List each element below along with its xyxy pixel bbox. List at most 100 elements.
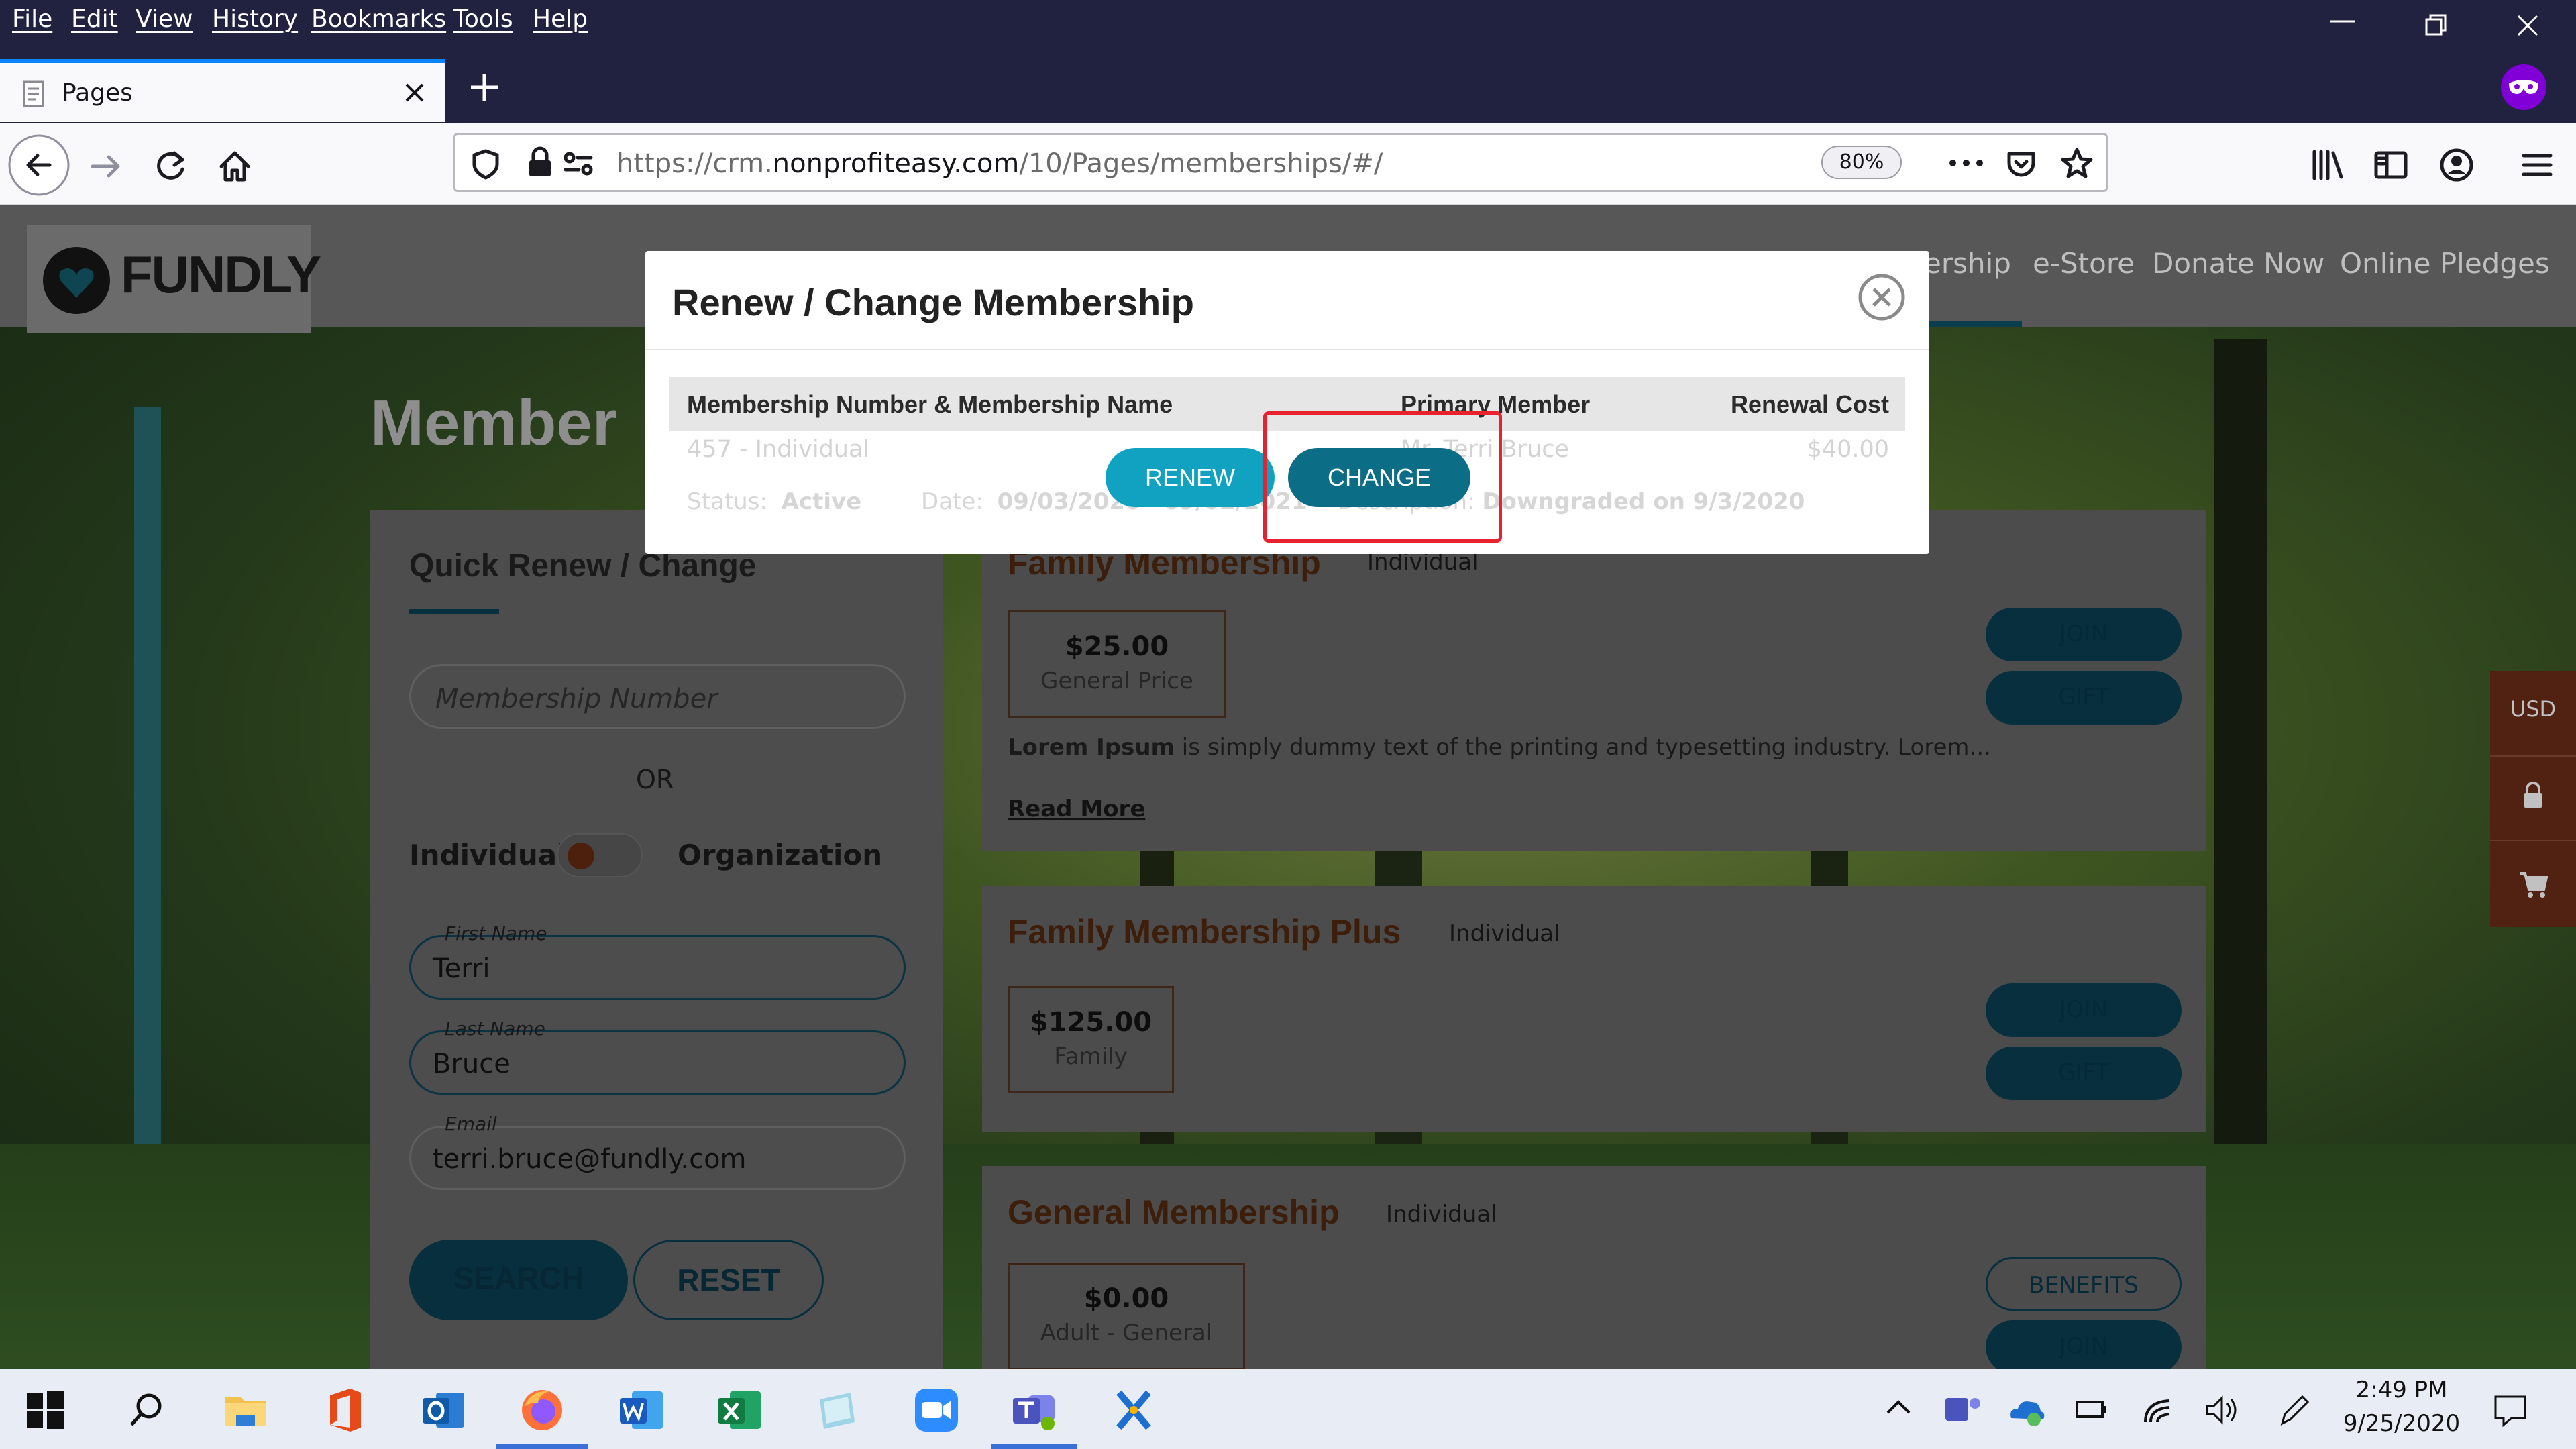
- word-icon[interactable]: [617, 1386, 665, 1434]
- restore-icon[interactable]: [2423, 12, 2450, 39]
- url-text[interactable]: https://crm.nonprofiteasy.com/10/Pages/m…: [616, 148, 1383, 179]
- column-renewal-cost: Renewal Cost: [1730, 390, 1889, 418]
- permissions-icon[interactable]: [561, 147, 595, 180]
- teams-tray-icon[interactable]: [1943, 1391, 1983, 1429]
- price-box: $125.00 Family: [1008, 986, 1174, 1093]
- price-box: $0.00 Adult - General: [1008, 1263, 1245, 1368]
- card-title: General Membership: [1008, 1193, 1340, 1231]
- dialog-divider: [645, 349, 1929, 350]
- read-more-link[interactable]: Read More: [1008, 796, 1145, 822]
- bookmark-star-icon[interactable]: [2059, 146, 2095, 182]
- gift-button[interactable]: GIFT: [1986, 1046, 2182, 1100]
- reload-icon[interactable]: [150, 146, 191, 186]
- toggle-individual-label: Individual: [409, 839, 567, 871]
- or-text: OR: [636, 765, 674, 794]
- join-button[interactable]: JOIN: [1986, 608, 2182, 661]
- fundly-heart-icon: [43, 247, 110, 314]
- reset-button[interactable]: RESET: [633, 1240, 824, 1320]
- card-type: Individual: [1386, 1201, 1497, 1228]
- zoom-indicator[interactable]: 80%: [1821, 146, 1902, 179]
- firefox-active-indicator: [496, 1444, 588, 1449]
- highlight-box: [1263, 411, 1502, 543]
- teams-icon[interactable]: [1010, 1386, 1059, 1434]
- close-tab-icon[interactable]: [401, 79, 428, 106]
- benefits-button[interactable]: BENEFITS: [1986, 1257, 2182, 1311]
- windows-start-icon[interactable]: [24, 1389, 67, 1432]
- membership-card: General Membership Individual $0.00 Adul…: [982, 1166, 2206, 1368]
- address-bar[interactable]: https://crm.nonprofiteasy.com/10/Pages/m…: [453, 133, 2108, 192]
- lock-icon[interactable]: [525, 146, 555, 179]
- nav-estore[interactable]: e-Store: [2033, 247, 2135, 280]
- zoom-app-icon[interactable]: [912, 1386, 961, 1434]
- show-hidden-icons-icon[interactable]: [1884, 1397, 1913, 1417]
- back-icon[interactable]: [7, 133, 71, 197]
- type-toggle[interactable]: [557, 833, 643, 877]
- membership-number-input[interactable]: Membership Number: [409, 664, 906, 729]
- pocket-icon[interactable]: [2004, 147, 2039, 182]
- file-explorer-icon[interactable]: [221, 1386, 270, 1434]
- clock-date[interactable]: 9/25/2020: [2334, 1410, 2469, 1437]
- menu-bookmarks[interactable]: Bookmarks: [311, 5, 446, 33]
- lock-icon[interactable]: [2520, 781, 2546, 810]
- menu-file[interactable]: File: [12, 5, 52, 33]
- gift-button[interactable]: GIFT: [1986, 671, 2182, 724]
- menu-view[interactable]: View: [136, 5, 193, 33]
- volume-icon[interactable]: [2203, 1391, 2241, 1429]
- toggle-knob: [568, 843, 594, 869]
- onedrive-sync-icon[interactable]: [2006, 1391, 2046, 1429]
- floating-side-tab: USD: [2490, 671, 2576, 927]
- sidebar-icon[interactable]: [2371, 145, 2411, 185]
- close-dialog-icon[interactable]: [1857, 272, 1907, 322]
- x-app-icon[interactable]: [1110, 1386, 1158, 1434]
- wifi-icon[interactable]: [2139, 1391, 2176, 1429]
- nav-online-pledges[interactable]: Online Pledges: [2340, 247, 2550, 280]
- first-name-field[interactable]: First Name Terri: [409, 922, 906, 1000]
- close-window-icon[interactable]: [2514, 12, 2541, 39]
- nav-active-underline: [1924, 321, 2022, 327]
- join-button[interactable]: JOIN: [1986, 1320, 2182, 1368]
- nav-membership[interactable]: ership: [1924, 247, 2011, 280]
- firefox-icon[interactable]: [518, 1386, 566, 1434]
- battery-icon[interactable]: [2073, 1393, 2110, 1426]
- title-underline: [409, 609, 499, 614]
- office-icon[interactable]: [321, 1386, 369, 1434]
- email-field[interactable]: Email terri.bruce@fundly.com: [409, 1113, 906, 1190]
- currency-selector[interactable]: USD: [2490, 696, 2576, 722]
- join-button[interactable]: JOIN: [1986, 983, 2182, 1037]
- nav-donate-now[interactable]: Donate Now: [2152, 247, 2325, 280]
- pen-icon[interactable]: [2275, 1391, 2313, 1429]
- column-membership: Membership Number & Membership Name: [687, 390, 1173, 418]
- navigation-toolbar: https://crm.nonprofiteasy.com/10/Pages/m…: [0, 123, 2576, 205]
- minimize-icon[interactable]: [2328, 15, 2357, 28]
- clock-time[interactable]: 2:49 PM: [2334, 1377, 2469, 1403]
- home-icon[interactable]: [215, 146, 255, 186]
- card-description: Lorem Ipsum is simply dummy text of the …: [1008, 734, 1991, 761]
- shield-icon[interactable]: [469, 147, 502, 180]
- notification-center-icon[interactable]: [2491, 1393, 2529, 1428]
- notes-app-icon[interactable]: [813, 1386, 861, 1434]
- menu-history[interactable]: History: [212, 5, 298, 33]
- last-name-field[interactable]: Last Name Bruce: [409, 1018, 906, 1095]
- hamburger-menu-icon[interactable]: [2517, 145, 2557, 185]
- excel-icon[interactable]: [715, 1386, 763, 1434]
- menu-help[interactable]: Help: [533, 5, 588, 33]
- fundly-logo[interactable]: FUNDLY: [27, 225, 321, 333]
- card-type: Individual: [1449, 920, 1560, 947]
- library-icon[interactable]: [2308, 145, 2348, 185]
- quick-renew-panel: Quick Renew / Change Membership Number O…: [370, 510, 943, 1368]
- tab-pages[interactable]: Pages: [0, 59, 445, 122]
- account-icon[interactable]: [2435, 144, 2478, 186]
- page-actions-icon[interactable]: [1946, 150, 1986, 176]
- page-heading: Member: [370, 387, 618, 459]
- search-icon[interactable]: [122, 1386, 170, 1434]
- page-icon: [23, 80, 44, 107]
- renew-button[interactable]: RENEW: [1106, 448, 1275, 507]
- cart-icon[interactable]: [2517, 869, 2549, 899]
- forward-icon[interactable]: [86, 146, 126, 186]
- menu-edit[interactable]: Edit: [71, 5, 118, 33]
- outlook-icon[interactable]: [420, 1386, 468, 1434]
- private-mask-icon[interactable]: [2500, 63, 2548, 111]
- menu-tools[interactable]: Tools: [453, 5, 513, 33]
- search-button[interactable]: SEARCH: [409, 1240, 628, 1320]
- new-tab-icon[interactable]: [467, 70, 502, 105]
